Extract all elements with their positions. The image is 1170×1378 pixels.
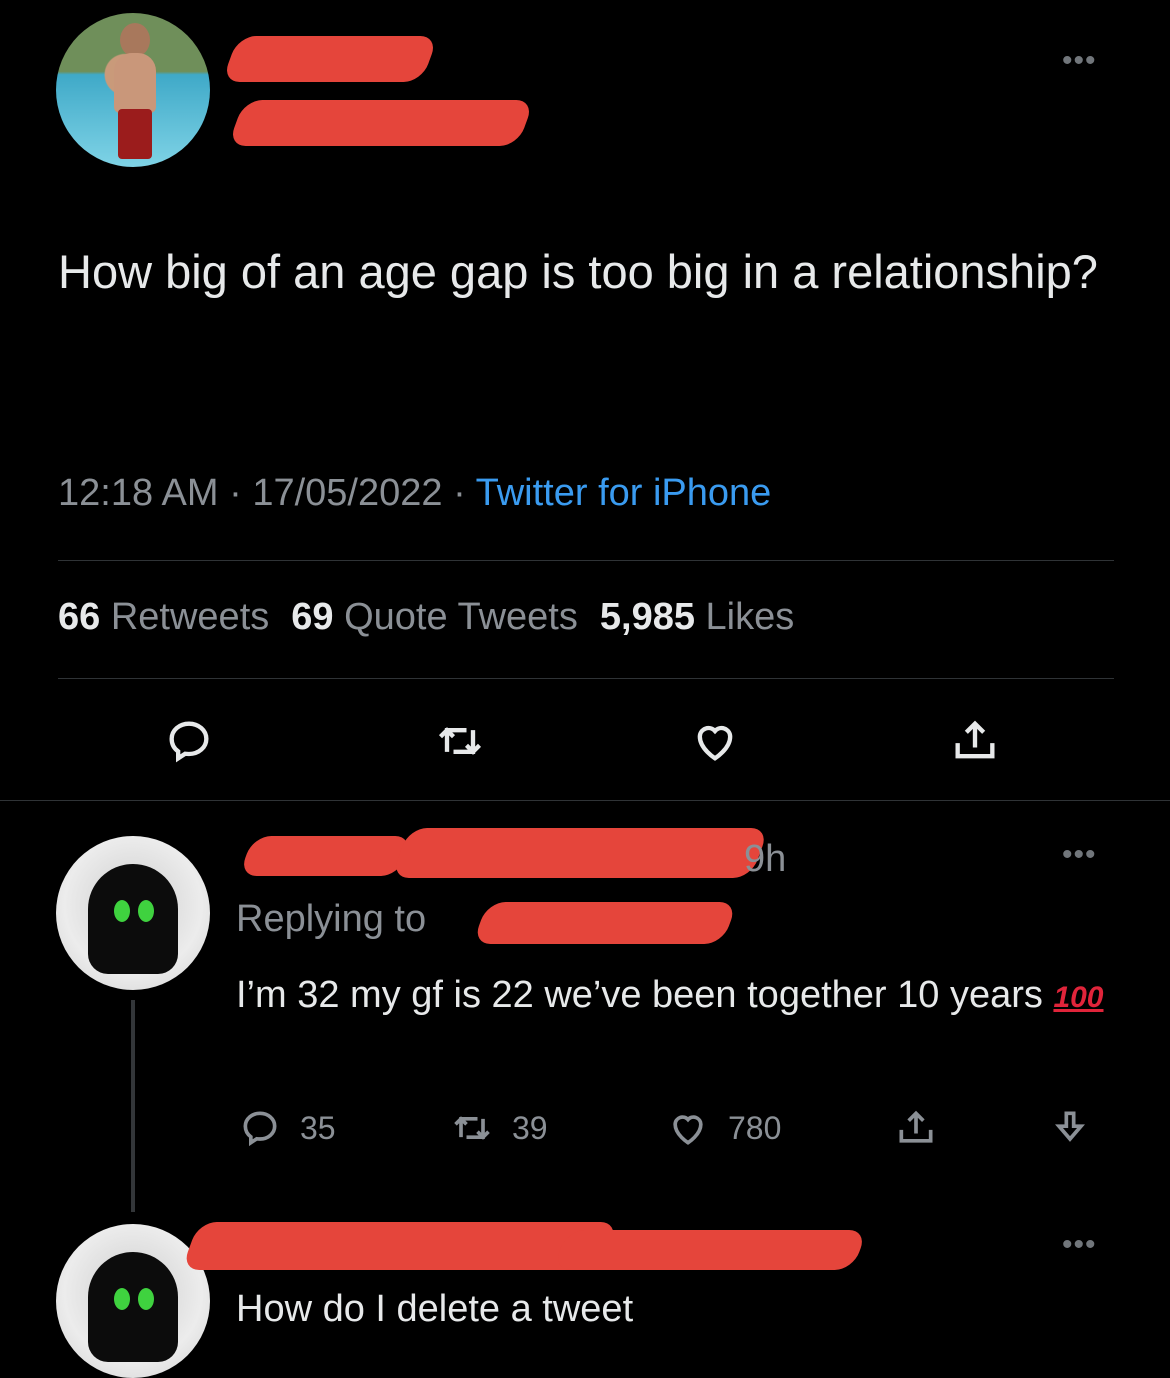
redacted-display-name bbox=[181, 1222, 619, 1270]
retweet-icon bbox=[454, 1116, 490, 1140]
divider bbox=[58, 678, 1114, 679]
redacted-username bbox=[552, 1230, 868, 1270]
redacted-display-name bbox=[221, 36, 439, 82]
replying-to: Replying to bbox=[236, 898, 426, 941]
tweet-text: How big of an age gap is too big in a re… bbox=[58, 245, 1098, 298]
tweet-time: 12:18 AM bbox=[58, 472, 219, 514]
reply1-like-button[interactable]: 780 bbox=[666, 1106, 781, 1150]
reply1-share-button[interactable] bbox=[894, 1106, 938, 1150]
reply1-download-button[interactable] bbox=[1048, 1106, 1092, 1150]
more-options-button[interactable]: ••• bbox=[1062, 44, 1097, 78]
quote-tweets-stat[interactable]: 69 Quote Tweets bbox=[291, 596, 578, 638]
tweet-date: 17/05/2022 bbox=[252, 472, 443, 514]
author-avatar[interactable] bbox=[56, 13, 210, 167]
reply-button[interactable] bbox=[154, 706, 224, 776]
redacted-username bbox=[227, 100, 535, 146]
reply1-reply-button[interactable]: 35 bbox=[238, 1106, 336, 1150]
redacted-mention[interactable] bbox=[472, 902, 738, 944]
retweet-icon bbox=[438, 727, 482, 755]
share-button[interactable] bbox=[940, 706, 1010, 776]
reply1-avatar[interactable] bbox=[56, 836, 210, 990]
divider bbox=[58, 560, 1114, 561]
thread-line bbox=[131, 1000, 135, 1212]
tweet-source-link[interactable]: Twitter for iPhone bbox=[476, 472, 772, 514]
redacted-username bbox=[390, 828, 770, 878]
reply1-time: 9h bbox=[744, 838, 787, 880]
replying-to-label: Replying to bbox=[236, 898, 427, 940]
reply1-like-count: 780 bbox=[728, 1109, 782, 1146]
share-icon bbox=[899, 1110, 933, 1143]
more-options-button[interactable]: ••• bbox=[1062, 838, 1097, 872]
divider bbox=[0, 800, 1170, 801]
retweets-label: Retweets bbox=[110, 596, 270, 638]
reply2-text: How do I delete a tweet bbox=[236, 1288, 634, 1330]
reply1-text-block: I’m 32 my gf is 22 we’ve been together 1… bbox=[236, 968, 1116, 1025]
more-options-button[interactable]: ••• bbox=[1062, 1228, 1097, 1262]
reply2-avatar[interactable] bbox=[56, 1224, 210, 1378]
heart-icon bbox=[697, 725, 733, 761]
tweet-metadata: 12:18 AM · 17/05/2022 · Twitter for iPho… bbox=[58, 472, 771, 515]
reply1-reply-count: 35 bbox=[300, 1109, 336, 1146]
share-icon bbox=[955, 720, 995, 759]
hundred-points-emoji: 100 bbox=[1053, 981, 1104, 1014]
retweets-stat[interactable]: 66 Retweets bbox=[58, 596, 269, 638]
likes-stat[interactable]: 5,985 Likes bbox=[600, 596, 794, 638]
download-icon bbox=[1055, 1111, 1085, 1142]
reply1-retweet-count: 39 bbox=[512, 1109, 548, 1146]
redacted-display-name bbox=[238, 836, 414, 876]
tweet-stats: 66 Retweets 69 Quote Tweets 5,985 Likes bbox=[58, 596, 794, 639]
reply-icon bbox=[169, 721, 209, 763]
separator: · bbox=[442, 472, 476, 514]
separator: · bbox=[218, 472, 253, 514]
quote-tweets-count: 69 bbox=[291, 596, 334, 638]
reply-icon bbox=[243, 1111, 277, 1147]
like-button[interactable] bbox=[680, 706, 750, 776]
likes-count: 5,985 bbox=[599, 596, 695, 638]
heart-icon bbox=[673, 1115, 703, 1145]
quote-tweets-label: Quote Tweets bbox=[344, 596, 578, 638]
retweets-count: 66 bbox=[58, 596, 101, 638]
retweet-button[interactable] bbox=[425, 706, 495, 776]
reply1-retweet-button[interactable]: 39 bbox=[450, 1106, 548, 1150]
reply1-text: I’m 32 my gf is 22 we’ve been together 1… bbox=[236, 974, 1043, 1016]
likes-label: Likes bbox=[705, 596, 795, 638]
